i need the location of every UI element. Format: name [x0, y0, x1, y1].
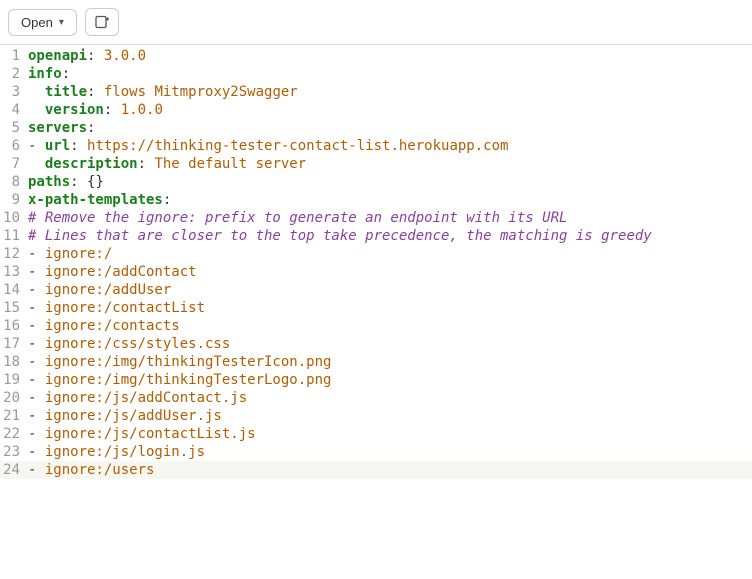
line-number: 16 — [0, 317, 24, 335]
line-content: - ignore:/img/thinkingTesterLogo.png — [24, 371, 331, 389]
code-line[interactable]: 9x-path-templates: — [0, 191, 752, 209]
line-content: - url: https://thinking-tester-contact-l… — [24, 137, 508, 155]
line-number: 14 — [0, 281, 24, 299]
code-line[interactable]: 6- url: https://thinking-tester-contact-… — [0, 137, 752, 155]
line-content: - ignore:/contactList — [24, 299, 205, 317]
code-line[interactable]: 10# Remove the ignore: prefix to generat… — [0, 209, 752, 227]
line-content: - ignore:/addUser — [24, 281, 171, 299]
line-content: # Lines that are closer to the top take … — [24, 227, 652, 245]
code-line[interactable]: 13- ignore:/addContact — [0, 263, 752, 281]
line-content: servers: — [24, 119, 95, 137]
line-number: 19 — [0, 371, 24, 389]
code-line[interactable]: 19- ignore:/img/thinkingTesterLogo.png — [0, 371, 752, 389]
code-line[interactable]: 23- ignore:/js/login.js — [0, 443, 752, 461]
line-content: - ignore:/js/login.js — [24, 443, 205, 461]
line-number: 4 — [0, 101, 24, 119]
new-tab-button[interactable] — [85, 8, 119, 36]
line-content: info: — [24, 65, 70, 83]
code-line[interactable]: 22- ignore:/js/contactList.js — [0, 425, 752, 443]
line-content: - ignore:/js/contactList.js — [24, 425, 256, 443]
code-line[interactable]: 5servers: — [0, 119, 752, 137]
line-number: 22 — [0, 425, 24, 443]
line-content: paths: {} — [24, 173, 104, 191]
line-number: 18 — [0, 353, 24, 371]
code-line[interactable]: 15- ignore:/contactList — [0, 299, 752, 317]
line-content: - ignore:/js/addUser.js — [24, 407, 222, 425]
new-tab-icon — [94, 14, 110, 30]
open-button-label: Open — [21, 15, 53, 30]
line-number: 5 — [0, 119, 24, 137]
code-line[interactable]: 21- ignore:/js/addUser.js — [0, 407, 752, 425]
code-line[interactable]: 8paths: {} — [0, 173, 752, 191]
line-content: description: The default server — [24, 155, 306, 173]
line-number: 10 — [0, 209, 24, 227]
code-line[interactable]: 16- ignore:/contacts — [0, 317, 752, 335]
code-line[interactable]: 7 description: The default server — [0, 155, 752, 173]
line-number: 9 — [0, 191, 24, 209]
line-number: 23 — [0, 443, 24, 461]
line-number: 8 — [0, 173, 24, 191]
line-number: 13 — [0, 263, 24, 281]
line-content: - ignore:/users — [24, 461, 154, 479]
code-line[interactable]: 18- ignore:/img/thinkingTesterIcon.png — [0, 353, 752, 371]
code-editor[interactable]: 1openapi: 3.0.02info:3 title: flows Mitm… — [0, 45, 752, 479]
line-number: 21 — [0, 407, 24, 425]
code-line[interactable]: 1openapi: 3.0.0 — [0, 47, 752, 65]
code-line[interactable]: 14- ignore:/addUser — [0, 281, 752, 299]
line-content: - ignore:/css/styles.css — [24, 335, 230, 353]
code-line[interactable]: 20- ignore:/js/addContact.js — [0, 389, 752, 407]
line-number: 15 — [0, 299, 24, 317]
line-number: 7 — [0, 155, 24, 173]
code-line[interactable]: 24- ignore:/users — [0, 461, 752, 479]
code-line[interactable]: 11# Lines that are closer to the top tak… — [0, 227, 752, 245]
code-line[interactable]: 4 version: 1.0.0 — [0, 101, 752, 119]
line-content: openapi: 3.0.0 — [24, 47, 146, 65]
code-line[interactable]: 3 title: flows Mitmproxy2Swagger — [0, 83, 752, 101]
line-number: 1 — [0, 47, 24, 65]
line-content: x-path-templates: — [24, 191, 171, 209]
line-content: # Remove the ignore: prefix to generate … — [24, 209, 567, 227]
line-number: 11 — [0, 227, 24, 245]
line-content: - ignore:/contacts — [24, 317, 180, 335]
line-number: 6 — [0, 137, 24, 155]
line-number: 20 — [0, 389, 24, 407]
line-content: - ignore:/addContact — [24, 263, 197, 281]
line-content: - ignore:/js/addContact.js — [24, 389, 247, 407]
line-number: 17 — [0, 335, 24, 353]
code-line[interactable]: 12- ignore:/ — [0, 245, 752, 263]
open-button[interactable]: Open ▾ — [8, 9, 77, 36]
line-content: - ignore:/ — [24, 245, 112, 263]
line-number: 2 — [0, 65, 24, 83]
line-content: version: 1.0.0 — [24, 101, 163, 119]
code-line[interactable]: 17- ignore:/css/styles.css — [0, 335, 752, 353]
line-content: title: flows Mitmproxy2Swagger — [24, 83, 298, 101]
code-line[interactable]: 2info: — [0, 65, 752, 83]
line-number: 24 — [0, 461, 24, 479]
line-number: 12 — [0, 245, 24, 263]
line-content: - ignore:/img/thinkingTesterIcon.png — [24, 353, 331, 371]
line-number: 3 — [0, 83, 24, 101]
chevron-down-icon: ▾ — [59, 17, 64, 28]
toolbar: Open ▾ — [0, 0, 752, 45]
